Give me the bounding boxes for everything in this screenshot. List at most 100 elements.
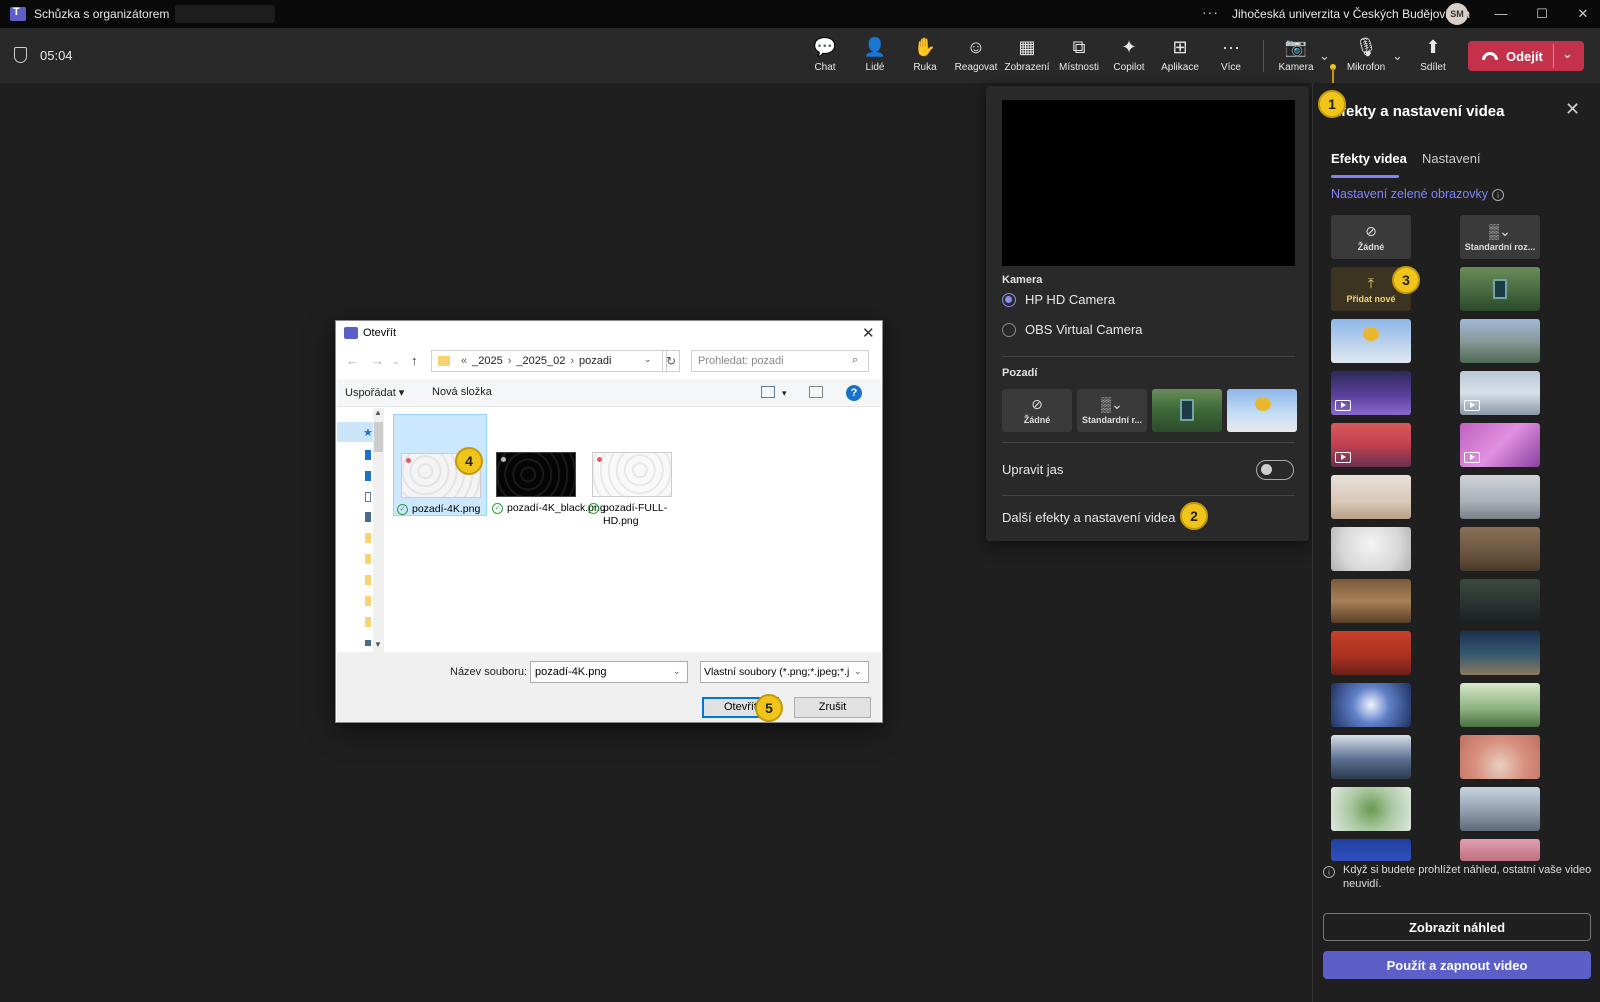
info-icon[interactable]: i <box>1492 189 1505 201</box>
background-video-tile[interactable] <box>1460 371 1540 415</box>
back-arrow-icon[interactable]: ← <box>346 353 359 368</box>
background-image-tile[interactable] <box>1460 631 1540 675</box>
address-dropdown-chevron-icon[interactable]: ⌄ <box>644 354 652 365</box>
breadcrumb-overflow[interactable]: « <box>461 355 467 367</box>
background-image-tile[interactable] <box>1460 319 1540 363</box>
effect-blur-tile[interactable]: ▒⌄ Standardní roz... <box>1460 215 1540 259</box>
background-image-tile[interactable] <box>1331 839 1411 861</box>
people-button[interactable]: 👤 Lidé <box>850 36 900 80</box>
background-image-tile[interactable] <box>1331 319 1411 363</box>
scroll-up-icon[interactable]: ▲ <box>374 408 382 417</box>
search-input[interactable]: Prohledat: pozadi ⌕ <box>691 350 869 372</box>
nav-item-icon[interactable] <box>365 512 371 522</box>
camera-options-chevron-icon[interactable]: ⌄ <box>1319 48 1330 64</box>
help-icon[interactable]: ? <box>846 385 862 401</box>
background-image-tile[interactable] <box>1331 683 1411 727</box>
more-effects-link[interactable]: Další efekty a nastavení videa <box>1002 510 1175 525</box>
background-video-tile[interactable] <box>1331 423 1411 467</box>
file-item[interactable]: ✓ pozadí-FULL-HD.png <box>585 414 679 527</box>
background-image-tile[interactable] <box>1460 839 1540 861</box>
more-options-icon[interactable]: ··· <box>1202 4 1219 20</box>
background-blur-tile[interactable]: ▒⌄ Standardní r... <box>1077 389 1147 432</box>
nav-item-icon[interactable] <box>365 450 371 460</box>
up-arrow-icon[interactable]: ↑ <box>411 353 418 368</box>
breadcrumb-item[interactable]: _2025 <box>472 355 503 367</box>
mic-options-chevron-icon[interactable]: ⌄ <box>1392 48 1403 64</box>
microphone-button[interactable]: 🎙 Mikrofon <box>1341 36 1391 80</box>
nav-item-icon[interactable] <box>365 471 371 481</box>
view-options-chevron-icon[interactable]: ▾ <box>782 388 787 399</box>
recent-locations-chevron-icon[interactable]: ⌄ <box>392 356 400 367</box>
breadcrumb-item[interactable]: _2025_02 <box>516 355 565 367</box>
panel-close-icon[interactable]: ✕ <box>1565 99 1580 120</box>
nav-item-icon[interactable] <box>365 492 371 502</box>
background-image-tile[interactable] <box>1331 735 1411 779</box>
preview-button[interactable]: Zobrazit náhled <box>1323 913 1591 941</box>
folder-icon[interactable] <box>365 617 371 627</box>
filename-input[interactable]: pozadí-4K.png ⌄ <box>530 661 688 683</box>
background-video-tile[interactable] <box>1331 371 1411 415</box>
brightness-toggle[interactable] <box>1256 460 1294 480</box>
address-bar[interactable]: « _2025 › _2025_02 › pozadi ⌄ <box>431 350 667 372</box>
change-view-icon[interactable] <box>761 386 775 398</box>
background-image-tile[interactable] <box>1331 475 1411 519</box>
apps-button[interactable]: ⊞ Aplikace <box>1155 36 1205 80</box>
background-image-tile[interactable] <box>1460 735 1540 779</box>
share-button[interactable]: ⬆ Sdílet <box>1408 36 1458 80</box>
dialog-close-button[interactable]: ✕ <box>862 324 875 342</box>
copilot-button[interactable]: ✦ Copilot <box>1104 36 1154 80</box>
breadcrumb-item[interactable]: pozadi <box>579 355 611 367</box>
background-image-tile[interactable] <box>1460 579 1540 623</box>
leave-options-chevron-icon[interactable]: ⌄ <box>1562 46 1573 62</box>
window-close-button[interactable]: ✕ <box>1568 4 1598 24</box>
avatar[interactable]: SM <box>1446 3 1468 25</box>
camera-option-obs[interactable]: OBS Virtual Camera <box>1002 322 1143 337</box>
filetype-dropdown-chevron-icon[interactable]: ⌄ <box>854 666 862 677</box>
raise-hand-button[interactable]: ✋ Ruka <box>900 36 950 80</box>
more-button[interactable]: ··· Více <box>1206 36 1256 80</box>
background-image-tile[interactable] <box>1460 475 1540 519</box>
tab-video-effects[interactable]: Efekty videa <box>1331 151 1407 166</box>
organization-name[interactable]: Jihočeská univerzita v Českých Budějovic… <box>1232 7 1470 21</box>
folder-icon[interactable] <box>365 533 371 543</box>
refresh-icon[interactable]: ↻ <box>662 350 680 372</box>
background-image-tile[interactable] <box>1227 389 1297 432</box>
folder-icon[interactable] <box>365 575 371 585</box>
background-image-tile[interactable] <box>1460 527 1540 571</box>
apply-and-turn-on-video-button[interactable]: Použít a zapnout video <box>1323 951 1591 979</box>
react-button[interactable]: ☺ Reagovat <box>951 36 1001 80</box>
background-image-tile[interactable] <box>1460 267 1540 311</box>
nav-item-icon[interactable] <box>365 640 371 646</box>
chat-button[interactable]: 💬 Chat <box>800 36 850 80</box>
background-image-tile[interactable] <box>1331 527 1411 571</box>
filetype-select[interactable]: Vlastní soubory (*.png;*.jpeg;*.j ⌄ <box>700 661 869 683</box>
effect-none-tile[interactable]: ⊘ Žádné <box>1331 215 1411 259</box>
folder-icon[interactable] <box>365 596 371 606</box>
scroll-down-icon[interactable]: ▼ <box>374 640 382 649</box>
background-image-tile[interactable] <box>1331 787 1411 831</box>
background-image-tile[interactable] <box>1331 579 1411 623</box>
forward-arrow-icon[interactable]: → <box>371 353 384 368</box>
quick-access-icon[interactable]: ★ <box>363 426 373 439</box>
rooms-button[interactable]: ⧉ Místnosti <box>1054 36 1104 80</box>
new-folder-button[interactable]: Nová složka <box>432 386 492 398</box>
camera-button[interactable]: 📷 Kamera <box>1271 36 1321 80</box>
tab-settings[interactable]: Nastavení <box>1422 151 1481 166</box>
leave-button[interactable]: Odejít ⌄ <box>1468 41 1584 71</box>
organize-button[interactable]: Uspořádat ▾ <box>345 386 404 399</box>
camera-option-hp[interactable]: HP HD Camera <box>1002 292 1115 307</box>
background-image-tile[interactable] <box>1460 683 1540 727</box>
navigation-pane[interactable]: ★ ▲ ▼ <box>337 408 384 652</box>
background-image-tile[interactable] <box>1331 631 1411 675</box>
background-image-tile[interactable] <box>1152 389 1222 432</box>
background-video-tile[interactable] <box>1460 423 1540 467</box>
preview-pane-icon[interactable] <box>809 386 823 398</box>
cancel-button[interactable]: Zrušit <box>794 697 871 718</box>
background-none-tile[interactable]: ⊘ Žádné <box>1002 389 1072 432</box>
nav-scrollbar-thumb[interactable] <box>374 422 383 452</box>
filename-dropdown-chevron-icon[interactable]: ⌄ <box>673 666 681 677</box>
minimize-button[interactable]: — <box>1486 4 1516 24</box>
view-button[interactable]: ▦ Zobrazení <box>1002 36 1052 80</box>
folder-icon[interactable] <box>365 554 371 564</box>
maximize-button[interactable]: ☐ <box>1527 4 1557 24</box>
